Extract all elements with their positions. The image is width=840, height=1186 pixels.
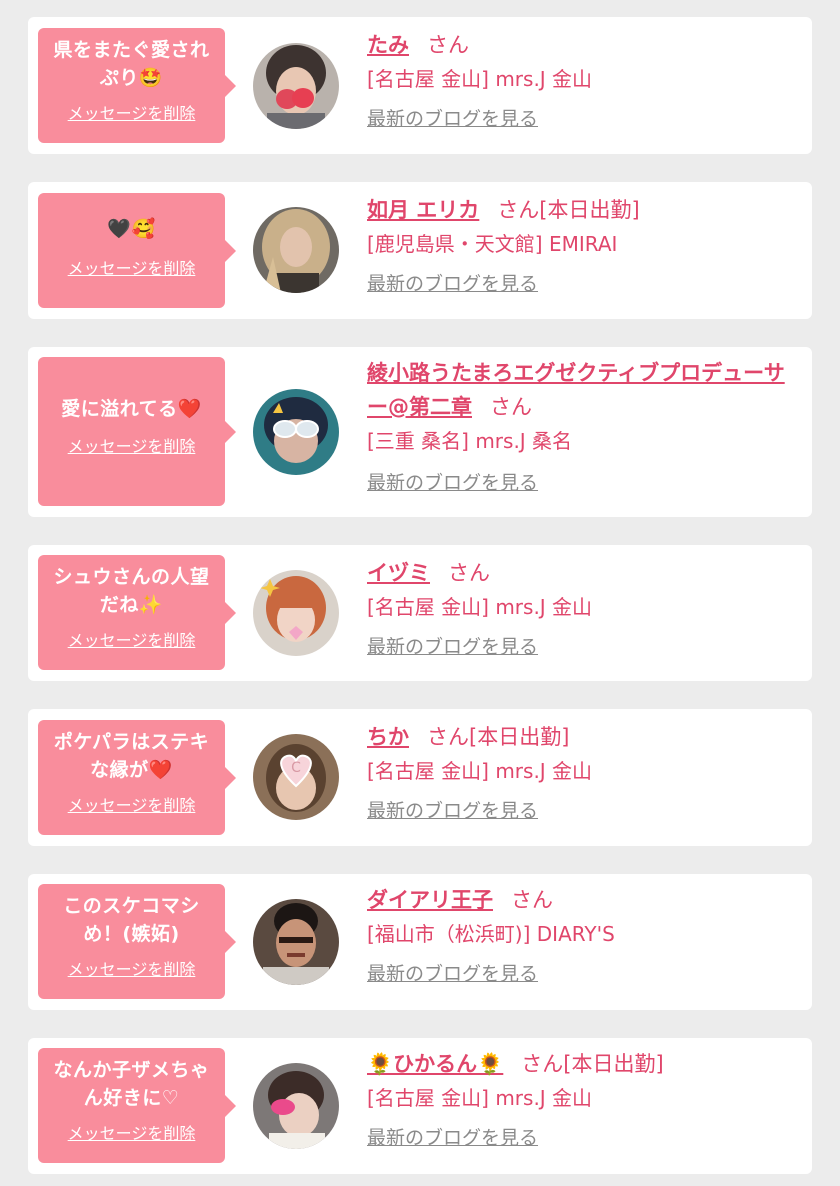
shop-name: [鹿児島県・天文館] EMIRAI: [367, 232, 618, 256]
avatar[interactable]: C: [253, 734, 339, 820]
girl-name-link[interactable]: 如月 エリカ: [367, 198, 479, 222]
honorific: さん: [490, 395, 532, 419]
message-line-1: なんか子ザメちゃ: [53, 1059, 210, 1081]
message-card: ポケパラはステキ な縁が❤️ メッセージを削除 C ちか さん[本日出勤] [名古…: [28, 709, 812, 846]
name-line: イヅミ さん: [367, 556, 796, 590]
shop-name: [名古屋 金山] mrs.J 金山: [367, 759, 593, 783]
message-bubble: 愛に溢れてる❤️ メッセージを削除: [38, 357, 236, 506]
latest-blog-link[interactable]: 最新のブログを見る: [367, 1125, 538, 1151]
message-line-1: 県をまたぐ愛され: [53, 39, 210, 61]
message-card: 愛に溢れてる❤️ メッセージを削除 綾小路うたまろエグゼクティブプロデューサー@…: [28, 347, 812, 517]
delete-message-link[interactable]: メッセージを削除: [46, 104, 217, 124]
latest-blog-link[interactable]: 最新のブログを見る: [367, 798, 538, 824]
avatar-photo: C: [253, 734, 339, 820]
message-text: シュウさんの人望 だね✨: [46, 563, 217, 619]
girl-name-link[interactable]: イヅミ: [367, 561, 430, 585]
message-card: 🖤🥰 メッセージを削除 如月 エリカ さん[本日出勤] [鹿児島県・天文館] EM…: [28, 182, 812, 319]
honorific: さん: [448, 561, 490, 585]
message-bubble: シュウさんの人望 だね✨ メッセージを削除: [38, 555, 236, 670]
name-line: 如月 エリカ さん[本日出勤]: [367, 193, 796, 227]
message-card: 県をまたぐ愛され ぷり🤩 メッセージを削除 たみ さん [名古屋 金山] mrs.…: [28, 17, 812, 154]
latest-blog-link[interactable]: 最新のブログを見る: [367, 106, 538, 132]
avatar-photo: [253, 899, 339, 985]
message-bubble: このスケコマシ め！(嫉妬) メッセージを削除: [38, 884, 236, 999]
avatar-photo: [253, 570, 339, 656]
honorific: さん: [511, 888, 553, 912]
delete-message-link[interactable]: メッセージを削除: [46, 437, 217, 457]
message-text: 愛に溢れてる❤️: [61, 398, 202, 420]
honorific: さん[本日出勤]: [521, 1052, 664, 1076]
message-line-2: め！(嫉妬): [83, 923, 180, 945]
info: 如月 エリカ さん[本日出勤] [鹿児島県・天文館] EMIRAI 最新のブログを…: [367, 193, 796, 297]
message-line-1: ポケパラはステキ: [53, 731, 210, 753]
message-line-1: このスケコマシ: [63, 895, 200, 917]
svg-text:C: C: [291, 760, 301, 776]
avatar-photo: [253, 389, 339, 475]
info: ダイアリ王子 さん [福山市（松浜町)] DIARY'S 最新のブログを見る: [367, 883, 796, 987]
info: たみ さん [名古屋 金山] mrs.J 金山 最新のブログを見る: [367, 28, 796, 132]
message-card: シュウさんの人望 だね✨ メッセージを削除 イヅミ さん [名古屋 金山] mrs…: [28, 545, 812, 681]
info: 🌻ひかるん🌻 さん[本日出勤] [名古屋 金山] mrs.J 金山 最新のブログを…: [367, 1047, 796, 1151]
message-line-2: だね✨: [99, 594, 164, 616]
honorific: さん[本日出勤]: [427, 725, 570, 749]
delete-message-link[interactable]: メッセージを削除: [46, 631, 217, 651]
girl-name-link[interactable]: たみ: [367, 33, 409, 57]
latest-blog-link[interactable]: 最新のブログを見る: [367, 634, 538, 660]
avatar[interactable]: [253, 570, 339, 656]
info: ちか さん[本日出勤] [名古屋 金山] mrs.J 金山 最新のブログを見る: [367, 720, 796, 824]
shop-name: [名古屋 金山] mrs.J 金山: [367, 595, 593, 619]
girl-name-link[interactable]: 綾小路うたまろエグゼクティブプロデューサー@第二章: [367, 361, 785, 419]
girl-name-link[interactable]: ちか: [367, 725, 409, 749]
message-list: 県をまたぐ愛され ぷり🤩 メッセージを削除 たみ さん [名古屋 金山] mrs.…: [0, 0, 840, 1186]
girl-name-link[interactable]: 🌻ひかるん🌻: [367, 1052, 503, 1076]
message-bubble: なんか子ザメちゃ ん好きに♡ メッセージを削除: [38, 1048, 236, 1163]
shop-name: [三重 桑名] mrs.J 桑名: [367, 429, 573, 453]
avatar[interactable]: [253, 389, 339, 475]
latest-blog-link[interactable]: 最新のブログを見る: [367, 961, 538, 987]
shop-name: [名古屋 金山] mrs.J 金山: [367, 1086, 593, 1110]
delete-message-link[interactable]: メッセージを削除: [46, 960, 217, 980]
delete-message-link[interactable]: メッセージを削除: [46, 796, 217, 816]
name-line: ちか さん[本日出勤]: [367, 720, 796, 754]
message-card: このスケコマシ め！(嫉妬) メッセージを削除 ダイアリ王子 さん [福山市（松浜…: [28, 874, 812, 1010]
message-line-2: な縁が❤️: [90, 759, 173, 781]
name-line: 🌻ひかるん🌻 さん[本日出勤]: [367, 1047, 796, 1081]
message-text: ポケパラはステキ な縁が❤️: [46, 728, 217, 784]
info: イヅミ さん [名古屋 金山] mrs.J 金山 最新のブログを見る: [367, 556, 796, 660]
honorific: さん: [427, 33, 469, 57]
avatar-photo: [253, 43, 339, 129]
message-line-1: シュウさんの人望: [53, 566, 210, 588]
delete-message-link[interactable]: メッセージを削除: [46, 259, 217, 279]
info: 綾小路うたまろエグゼクティブプロデューサー@第二章 さん [三重 桑名] mrs.…: [367, 356, 796, 496]
message-bubble: ポケパラはステキ な縁が❤️ メッセージを削除: [38, 720, 236, 835]
message-text: このスケコマシ め！(嫉妬): [46, 892, 217, 948]
message-line-2: ぷり🤩: [99, 67, 164, 89]
message-text: なんか子ザメちゃ ん好きに♡: [46, 1056, 217, 1112]
message-card: なんか子ザメちゃ ん好きに♡ メッセージを削除 🌻ひかるん🌻 さん[本日出勤] […: [28, 1038, 812, 1174]
message-text: 県をまたぐ愛され ぷり🤩: [46, 36, 217, 92]
name-line: ダイアリ王子 さん: [367, 883, 796, 917]
avatar-photo: [253, 207, 339, 293]
name-line: たみ さん: [367, 28, 796, 62]
shop-name: [名古屋 金山] mrs.J 金山: [367, 67, 593, 91]
avatar[interactable]: [253, 899, 339, 985]
avatar[interactable]: [253, 1063, 339, 1149]
name-line: 綾小路うたまろエグゼクティブプロデューサー@第二章 さん: [367, 356, 796, 424]
latest-blog-link[interactable]: 最新のブログを見る: [367, 271, 538, 297]
avatar[interactable]: [253, 207, 339, 293]
shop-name: [福山市（松浜町)] DIARY'S: [367, 922, 615, 946]
message-bubble: 🖤🥰 メッセージを削除: [38, 193, 236, 308]
latest-blog-link[interactable]: 最新のブログを見る: [367, 470, 538, 496]
message-line-2: ん好きに♡: [83, 1087, 180, 1109]
message-bubble: 県をまたぐ愛され ぷり🤩 メッセージを削除: [38, 28, 236, 143]
avatar[interactable]: [253, 43, 339, 129]
girl-name-link[interactable]: ダイアリ王子: [367, 888, 493, 912]
delete-message-link[interactable]: メッセージを削除: [46, 1124, 217, 1144]
honorific: さん[本日出勤]: [497, 198, 640, 222]
avatar-photo: [253, 1063, 339, 1149]
message-text: 🖤🥰: [107, 218, 156, 240]
